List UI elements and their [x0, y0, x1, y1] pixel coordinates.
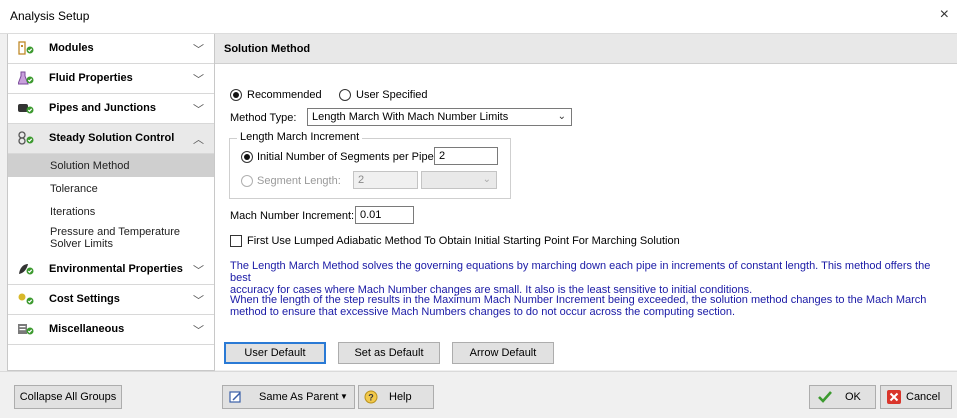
group-label: Fluid Properties [49, 72, 133, 84]
initial-segments-label: Initial Number of Segments per Pipe: [257, 151, 437, 163]
sidebar-item-solution-method[interactable]: Solution Method [8, 154, 214, 177]
group-label: Environmental Properties [49, 263, 183, 275]
group-label: Pipes and Junctions [49, 102, 156, 114]
group-miscellaneous[interactable]: Miscellaneous ﹀ [8, 315, 214, 345]
sidebar-item-label: Pressure and Temperature Solver Limits [50, 226, 181, 250]
initial-segments-radio[interactable] [241, 151, 253, 163]
mach-march-description: When the length of the step results in t… [230, 294, 945, 318]
flask-icon [18, 71, 34, 85]
same-as-parent-label: Same As Parent [259, 391, 339, 403]
sidebar-item-label: Tolerance [50, 183, 98, 195]
chevron-down-icon: ﹀ [193, 74, 204, 86]
sidebar-item-solver-limits[interactable]: Pressure and Temperature Solver Limits [8, 223, 214, 255]
pipe-icon [18, 104, 34, 114]
group-environmental-properties[interactable]: Environmental Properties ﹀ [8, 255, 214, 285]
solution-control-icon [18, 131, 34, 145]
modules-icon [18, 41, 34, 55]
chevron-down-icon: ﹀ [193, 265, 204, 277]
set-as-default-button[interactable]: Set as Default [338, 342, 440, 364]
title-bar: Analysis Setup × [0, 0, 957, 34]
cost-icon [18, 293, 34, 305]
window-title: Analysis Setup [10, 9, 90, 23]
group-steady-solution-control[interactable]: Steady Solution Control ︿ [8, 124, 214, 154]
edit-icon [229, 391, 241, 403]
group-pipes-and-junctions[interactable]: Pipes and Junctions ﹀ [8, 94, 214, 124]
recommended-radio[interactable] [230, 89, 242, 101]
chevron-down-icon: ﹀ [193, 325, 204, 337]
segment-length-input[interactable]: 2 [353, 171, 418, 189]
lumped-adiabatic-label: First Use Lumped Adiabatic Method To Obt… [247, 235, 680, 247]
group-label: Cost Settings [49, 293, 120, 305]
chevron-down-icon: ﹀ [193, 104, 204, 116]
group-label: Miscellaneous [49, 323, 125, 335]
sidebar-item-tolerance[interactable]: Tolerance [8, 177, 214, 200]
misc-icon [18, 324, 34, 335]
length-march-increment-legend: Length March Increment [237, 131, 363, 143]
group-modules[interactable]: Modules ﹀ [8, 34, 214, 64]
description-line: When the length of the step results in t… [230, 294, 927, 306]
cancel-label: Cancel [906, 391, 941, 403]
checkmark-icon [818, 391, 832, 403]
help-icon: ? [364, 390, 378, 404]
mach-increment-label: Mach Number Increment: [230, 210, 355, 222]
user-specified-radio[interactable] [339, 89, 351, 101]
ok-button[interactable]: OK [809, 385, 876, 409]
chevron-down-icon: ﹀ [193, 295, 204, 307]
description-line: The Length March Method solves the gover… [230, 260, 931, 284]
collapse-all-groups-button[interactable]: Collapse All Groups [14, 385, 122, 409]
group-label: Modules [49, 42, 94, 54]
chevron-down-icon: ⌄ [482, 174, 491, 185]
recommended-label: Recommended [247, 89, 322, 101]
method-type-label: Method Type: [230, 112, 297, 124]
cancel-button[interactable]: Cancel [880, 385, 952, 409]
length-march-description: The Length March Method solves the gover… [230, 260, 945, 296]
segment-length-units-select[interactable]: ⌄ [421, 171, 497, 189]
group-label: Steady Solution Control [49, 132, 175, 144]
same-as-parent-button[interactable]: Same As Parent ▼ [222, 385, 355, 409]
sidebar: Modules ﹀ Fluid Properties ﹀ Pipes and J… [7, 34, 215, 371]
chevron-down-icon: ⌄ [557, 111, 566, 122]
cancel-x-icon [887, 390, 901, 404]
main-panel: Solution Method Recommended User Specifi… [214, 34, 957, 370]
svg-text:?: ? [368, 393, 374, 403]
mach-increment-input[interactable]: 0.01 [355, 206, 414, 224]
user-default-button[interactable]: User Default [224, 342, 326, 364]
description-line: method to ensure that excessive Mach Num… [230, 306, 736, 318]
initial-segments-input[interactable]: 2 [434, 147, 498, 165]
chevron-up-icon: ︿ [193, 134, 204, 146]
segment-length-label: Segment Length: [257, 175, 341, 187]
footer-bar: Collapse All Groups Same As Parent ▼ ? H… [0, 371, 957, 418]
user-specified-label: User Specified [356, 89, 428, 101]
dropdown-arrow-icon: ▼ [340, 392, 348, 401]
sidebar-item-iterations[interactable]: Iterations [8, 200, 214, 223]
group-fluid-properties[interactable]: Fluid Properties ﹀ [8, 64, 214, 94]
segment-length-radio[interactable] [241, 175, 253, 187]
help-label: Help [389, 391, 412, 403]
group-cost-settings[interactable]: Cost Settings ﹀ [8, 285, 214, 315]
lumped-adiabatic-checkbox[interactable] [230, 235, 242, 247]
ok-label: OK [845, 391, 861, 403]
close-icon[interactable]: × [940, 6, 949, 24]
panel-title: Solution Method [224, 43, 311, 55]
sidebar-item-label: Solution Method [50, 160, 130, 172]
panel-header: Solution Method [215, 34, 957, 64]
arrow-default-button[interactable]: Arrow Default [452, 342, 554, 364]
help-button[interactable]: ? Help [358, 385, 434, 409]
method-type-value: Length March With Mach Number Limits [312, 111, 509, 123]
sidebar-item-label: Iterations [50, 206, 96, 218]
chevron-down-icon: ﹀ [193, 44, 204, 56]
method-type-select[interactable]: Length March With Mach Number Limits ⌄ [307, 108, 572, 126]
environment-icon [19, 264, 34, 275]
